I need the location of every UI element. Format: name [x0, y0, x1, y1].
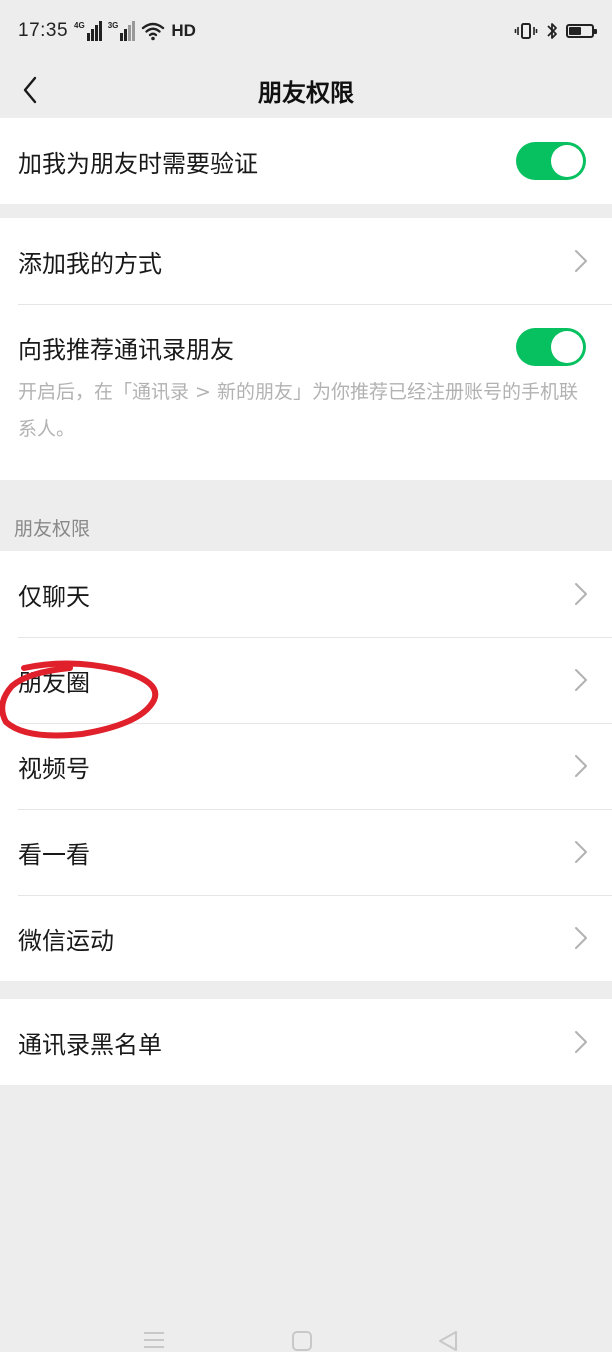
chevron-right-icon — [575, 841, 587, 863]
cell-wechat-sports[interactable]: 微信运动 — [0, 895, 612, 981]
hd-voice-indicator: HD — [171, 21, 196, 40]
chevron-right-icon — [575, 250, 587, 272]
section-title: 朋友权限 — [14, 518, 91, 540]
status-right — [514, 21, 597, 41]
group-friend-permissions: 仅聊天 朋友圈 视频号 看一看 微信运动 — [0, 551, 612, 981]
group-blacklist: 通讯录黑名单 — [0, 999, 612, 1085]
chevron-right-icon — [575, 927, 587, 949]
add-methods-label: 添加我的方式 — [18, 249, 162, 278]
chevron-left-icon — [23, 76, 37, 104]
status-left: 17:35 4G 3G HD — [18, 20, 196, 42]
chevron-right-icon — [575, 1031, 587, 1053]
status-time: 17:35 — [18, 20, 69, 41]
cell-verify: 加我为朋友时需要验证 — [0, 118, 612, 204]
cell-blacklist[interactable]: 通讯录黑名单 — [0, 999, 612, 1085]
home-icon[interactable] — [291, 1330, 313, 1352]
item-label: 微信运动 — [18, 926, 114, 955]
signal-4g-icon: 4G — [74, 21, 102, 41]
group-verification: 加我为朋友时需要验证 — [0, 118, 612, 204]
battery-icon — [566, 24, 597, 38]
wifi-icon — [142, 22, 165, 41]
nav-bar: 朋友权限 — [0, 62, 612, 118]
item-label: 看一看 — [18, 840, 90, 869]
back-button[interactable] — [10, 70, 50, 110]
chevron-right-icon — [575, 583, 587, 605]
item-label: 朋友圈 — [18, 668, 90, 697]
signal-3g-icon: 3G — [108, 21, 136, 41]
toggle-knob — [551, 331, 583, 363]
system-nav-bar — [0, 1318, 612, 1352]
verify-label: 加我为朋友时需要验证 — [18, 149, 258, 178]
item-label: 视频号 — [18, 754, 90, 783]
chevron-right-icon — [575, 669, 587, 691]
cell-top-stories[interactable]: 看一看 — [0, 809, 612, 895]
menu-icon[interactable] — [143, 1330, 165, 1350]
cell-recommend-contacts: 向我推荐通讯录朋友 — [0, 304, 612, 390]
group-add-methods: 添加我的方式 向我推荐通讯录朋友 开启后，在「通讯录 > 新的朋友」为你推荐已经… — [0, 218, 612, 480]
toggle-knob — [551, 145, 583, 177]
back-triangle-icon[interactable] — [437, 1330, 459, 1352]
status-bar: 17:35 4G 3G HD — [0, 0, 612, 62]
item-label: 仅聊天 — [18, 582, 90, 611]
verify-toggle[interactable] — [516, 142, 586, 180]
cell-add-methods[interactable]: 添加我的方式 — [0, 218, 612, 304]
blacklist-label: 通讯录黑名单 — [18, 1030, 162, 1059]
page-title: 朋友权限 — [258, 78, 354, 107]
cell-moments[interactable]: 朋友圈 — [0, 637, 612, 723]
recommend-label: 向我推荐通讯录朋友 — [18, 335, 234, 364]
recommend-toggle[interactable] — [516, 328, 586, 366]
bluetooth-icon — [547, 23, 557, 39]
chevron-right-icon — [575, 755, 587, 777]
cell-chat-only[interactable]: 仅聊天 — [0, 551, 612, 637]
cell-channels[interactable]: 视频号 — [0, 723, 612, 809]
vibrate-icon — [514, 23, 538, 39]
